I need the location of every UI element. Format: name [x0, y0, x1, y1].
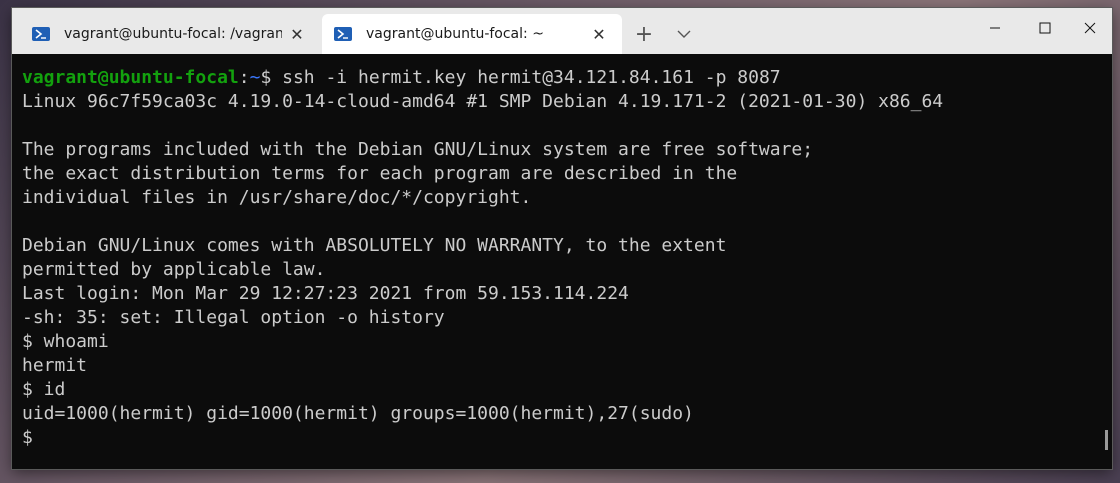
- minimize-button[interactable]: [972, 8, 1018, 48]
- new-tab-button[interactable]: +: [630, 20, 658, 48]
- close-window-button[interactable]: [1067, 8, 1112, 48]
- output-line: $ whoami: [22, 331, 109, 352]
- output-line: $: [22, 427, 33, 448]
- prompt-line: vagrant@ubuntu-focal:~$ ssh -i hermit.ke…: [22, 66, 1112, 90]
- prompt-dollar: $: [260, 67, 283, 88]
- maximize-button[interactable]: [1022, 8, 1068, 48]
- chevron-down-icon[interactable]: [670, 20, 698, 48]
- prompt-user: vagrant@ubuntu-focal: [22, 67, 239, 88]
- command-text: ssh -i hermit.key hermit@34.121.84.161 -…: [282, 67, 781, 88]
- tab-title: vagrant@ubuntu-focal: ~: [366, 26, 544, 42]
- prompt-colon: :: [238, 67, 250, 88]
- title-bar: vagrant@ubuntu-focal: /vagrant ✕ vagrant…: [12, 8, 1112, 54]
- scrollbar[interactable]: [1105, 430, 1108, 450]
- close-tab-icon[interactable]: ✕: [282, 25, 312, 44]
- output-line: Last login: Mon Mar 29 12:27:23 2021 fro…: [22, 283, 629, 304]
- terminal-output[interactable]: vagrant@ubuntu-focal:~$ ssh -i hermit.ke…: [12, 54, 1112, 469]
- terminal-window: vagrant@ubuntu-focal: /vagrant ✕ vagrant…: [12, 8, 1112, 469]
- output-line: Debian GNU/Linux comes with ABSOLUTELY N…: [22, 235, 727, 256]
- tab-vagrant[interactable]: vagrant@ubuntu-focal: /vagrant ✕: [20, 14, 320, 54]
- prompt-path: ~: [249, 67, 261, 88]
- output-line: -sh: 35: set: Illegal option -o history: [22, 307, 445, 328]
- tab-title: vagrant@ubuntu-focal: /vagrant: [64, 26, 282, 42]
- close-tab-icon[interactable]: ✕: [584, 25, 614, 44]
- powershell-icon: [334, 27, 352, 41]
- output-line: individual files in /usr/share/doc/*/cop…: [22, 187, 532, 208]
- output-line: uid=1000(hermit) gid=1000(hermit) groups…: [22, 403, 694, 424]
- output-line: Linux 96c7f59ca03c 4.19.0-14-cloud-amd64…: [22, 91, 944, 112]
- output-line: the exact distribution terms for each pr…: [22, 163, 738, 184]
- output-line: The programs included with the Debian GN…: [22, 139, 814, 160]
- output-line: $ id: [22, 379, 66, 400]
- powershell-icon: [32, 27, 50, 41]
- output-line: hermit: [22, 355, 88, 376]
- tab-home[interactable]: vagrant@ubuntu-focal: ~ ✕: [322, 14, 622, 54]
- output-line: permitted by applicable law.: [22, 259, 326, 280]
